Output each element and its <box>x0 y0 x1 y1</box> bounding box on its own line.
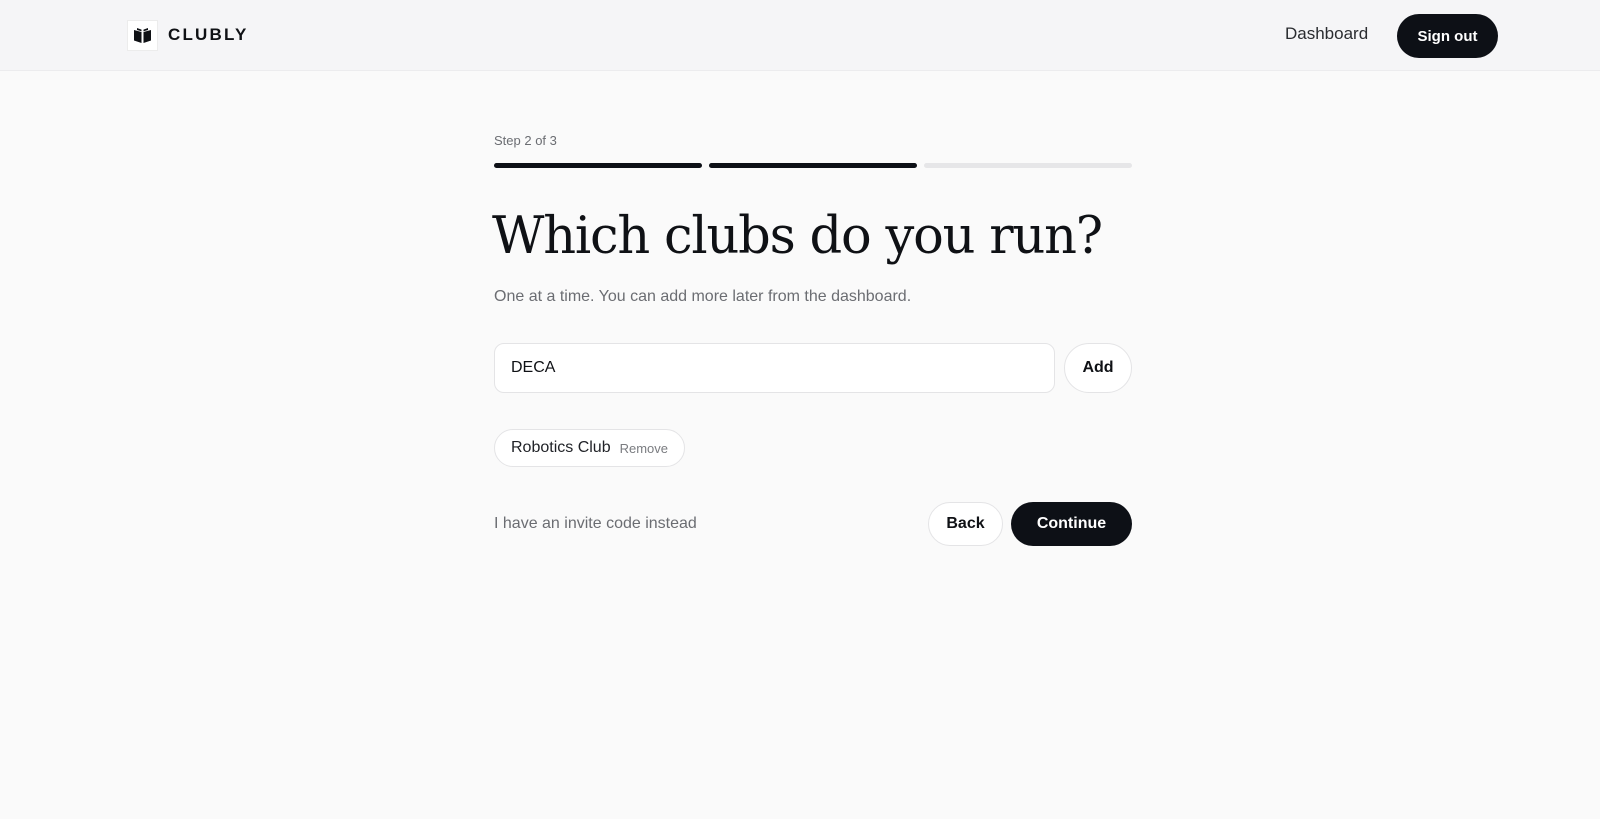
add-club-button[interactable]: Add <box>1064 343 1132 393</box>
club-name-input[interactable] <box>494 343 1055 393</box>
page-subtitle: One at a time. You can add more later fr… <box>494 288 912 305</box>
progress-segment-3 <box>924 163 1132 168</box>
back-button[interactable]: Back <box>928 502 1003 546</box>
page-title: Which clubs do you run? <box>492 207 1103 266</box>
continue-button[interactable]: Continue <box>1011 502 1132 546</box>
club-chip: Robotics Club Remove <box>494 429 686 467</box>
nav-dashboard-link[interactable]: Dashboard <box>1285 24 1368 44</box>
invite-code-link[interactable]: I have an invite code instead <box>494 515 697 533</box>
brand[interactable]: CLUBLY <box>127 19 249 51</box>
remove-club-button[interactable]: Remove <box>620 441 668 456</box>
progress-segment-1 <box>494 163 702 168</box>
brand-logo <box>127 19 158 51</box>
brand-name: CLUBLY <box>168 25 249 44</box>
step-label: Step 2 of 3 <box>494 133 557 148</box>
sign-out-button[interactable]: Sign out <box>1397 14 1498 58</box>
step-progress-bar <box>494 163 1132 168</box>
progress-segment-2 <box>709 163 917 168</box>
club-chip-label: Robotics Club <box>511 439 611 456</box>
open-book-icon <box>134 27 151 43</box>
top-navigation-bar: CLUBLY Dashboard Sign out <box>0 0 1600 71</box>
